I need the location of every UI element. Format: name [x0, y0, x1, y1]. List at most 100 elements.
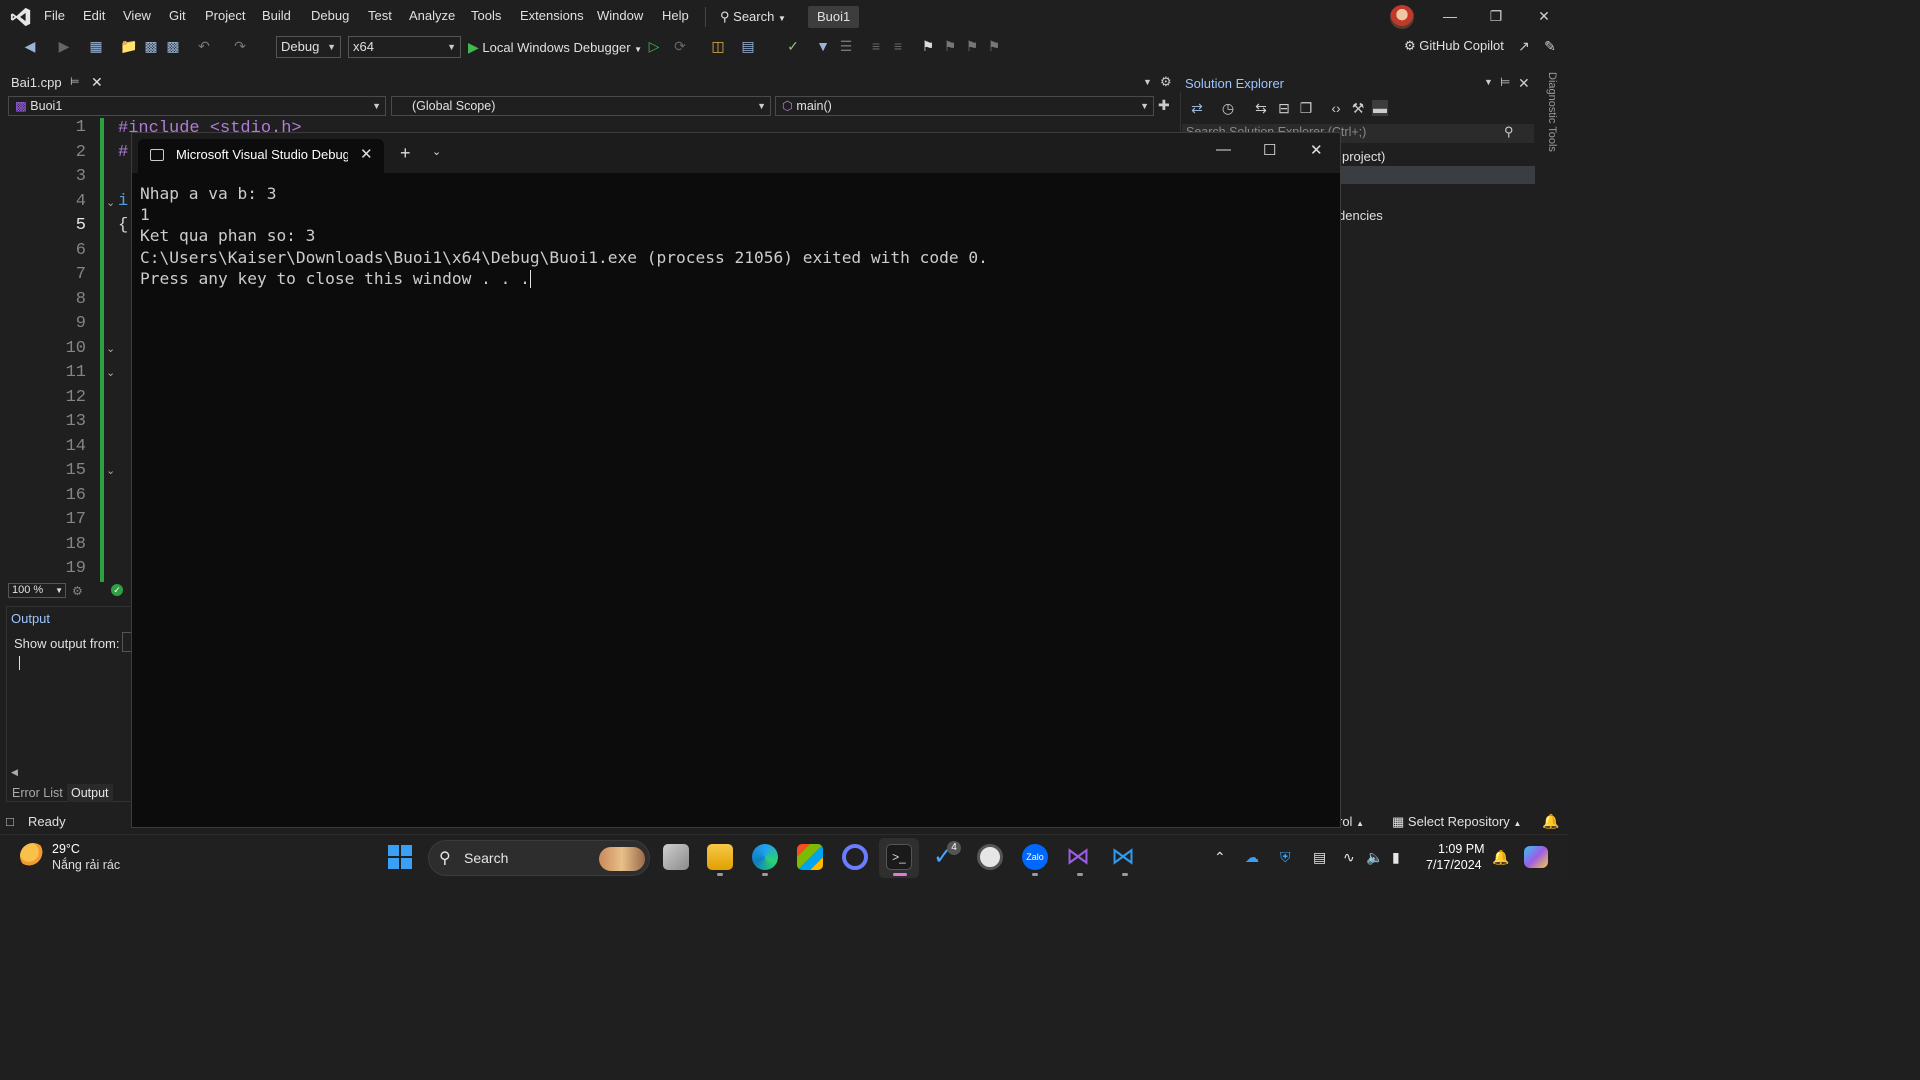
solution-tree-selected-row[interactable]	[1340, 166, 1535, 184]
split-editor-icon[interactable]: ✚	[1158, 97, 1170, 114]
open-folder-icon[interactable]: 📁	[120, 38, 137, 54]
input-method-icon[interactable]: ▤	[1313, 849, 1326, 866]
windows-start-icon[interactable]	[388, 845, 412, 869]
menu-build[interactable]: Build	[262, 8, 291, 23]
tab-error-list[interactable]: Error List	[8, 784, 67, 802]
menu-help[interactable]: Help	[662, 8, 689, 23]
weather-description[interactable]: Nắng rải rác	[52, 858, 120, 872]
copilot-status-icon[interactable]: ⚙	[72, 584, 83, 598]
new-project-icon[interactable]: ▦	[88, 38, 104, 54]
pin-icon[interactable]: ⊨	[70, 75, 80, 88]
zoom-level-select[interactable]: 100 % ▼	[8, 583, 66, 598]
notifications-bell-icon[interactable]: 🔔	[1542, 813, 1559, 830]
vscode-app-icon[interactable]: ⋈	[1111, 844, 1137, 870]
spell-check-icon[interactable]: ✓	[785, 38, 801, 54]
solution-tree-item[interactable]: project)	[1342, 149, 1385, 164]
scope-combo[interactable]: (Global Scope) ▼	[391, 96, 771, 116]
format-icon[interactable]: ☰	[838, 38, 854, 54]
project-combo[interactable]: ▩ Buoi1 ▼	[8, 96, 386, 116]
maximize-icon[interactable]: ☐	[1263, 141, 1276, 159]
microsoft-store-icon[interactable]	[797, 844, 823, 870]
next-bookmark-icon[interactable]: ⚑	[964, 38, 980, 54]
global-search[interactable]: ⚲ Search ▼	[714, 6, 798, 28]
account-avatar[interactable]	[1390, 5, 1414, 29]
diagnostic-tools-side-tab[interactable]: Diagnostic Tools	[1542, 72, 1558, 172]
menu-window[interactable]: Window	[597, 8, 643, 23]
notification-center-bell-icon[interactable]: 🔔	[1492, 849, 1509, 866]
volume-icon[interactable]: 🔈	[1366, 849, 1383, 866]
visual-studio-app-icon[interactable]: ⋈	[1066, 844, 1092, 870]
menu-git[interactable]: Git	[169, 8, 186, 23]
select-repository-button[interactable]: ▦ Select Repository ▲	[1392, 814, 1521, 830]
wifi-icon[interactable]: ∿	[1343, 849, 1355, 866]
share-icon[interactable]: ↗	[1516, 38, 1532, 54]
properties-wrench-icon[interactable]: ⚒	[1350, 100, 1366, 116]
taskbar-clock-date[interactable]: 7/17/2024	[1426, 858, 1482, 872]
menu-file[interactable]: File	[44, 8, 65, 23]
close-tab-icon[interactable]: ✕	[91, 74, 103, 91]
menu-view[interactable]: View	[123, 8, 151, 23]
start-without-debugging-icon[interactable]: ▷	[646, 38, 662, 54]
bookmark-icon[interactable]: ⚑	[920, 38, 936, 54]
menu-edit[interactable]: Edit	[83, 8, 105, 23]
fold-chevron-icon[interactable]: ⌄	[106, 366, 115, 379]
step-icon[interactable]: ▼	[815, 38, 831, 54]
hot-reload-icon[interactable]: ⟳	[672, 38, 688, 54]
github-copilot-button[interactable]: ⚙ GitHub Copilot	[1404, 38, 1504, 54]
history-icon[interactable]: ◷	[1220, 100, 1236, 116]
weather-sun-cloud-icon[interactable]	[20, 843, 46, 869]
view-code-icon[interactable]: ‹›	[1328, 100, 1344, 116]
close-icon[interactable]: ✕	[1534, 8, 1554, 26]
debug-console-window[interactable]: Microsoft Visual Studio Debug Console ✕ …	[131, 132, 1341, 828]
minimize-icon[interactable]: —	[1440, 8, 1460, 26]
prev-bookmark-icon[interactable]: ⚑	[942, 38, 958, 54]
chevron-down-icon[interactable]: ⌄	[432, 145, 441, 158]
tab-output[interactable]: Output	[67, 784, 113, 802]
show-hidden-icons-chevron-icon[interactable]: ⌃	[1214, 849, 1226, 866]
fold-chevron-icon[interactable]: ⌄	[106, 464, 115, 477]
menu-analyze[interactable]: Analyze	[409, 8, 455, 23]
copilot-app-icon[interactable]	[842, 844, 868, 870]
menu-test[interactable]: Test	[368, 8, 392, 23]
pending-changes-icon[interactable]: ⇆	[1253, 100, 1269, 116]
restore-icon[interactable]: ❐	[1486, 8, 1506, 26]
pin-icon[interactable]: ⊨	[1500, 75, 1510, 89]
taskbar-clock-time[interactable]: 1:09 PM	[1438, 842, 1485, 856]
chevron-down-icon[interactable]: ▼	[1484, 77, 1493, 87]
settings-gear-icon[interactable]: ⚙	[1160, 74, 1172, 90]
member-combo[interactable]: ⬡ main() ▼	[775, 96, 1154, 116]
navigate-forward-icon[interactable]: ▶	[56, 38, 72, 54]
security-shield-icon[interactable]: ⛨	[1280, 849, 1291, 866]
console-output[interactable]: Nhap a va b: 3 1 Ket qua phan so: 3 C:\User…	[140, 183, 988, 289]
close-icon[interactable]: ✕	[1518, 75, 1530, 92]
no-issues-icon[interactable]: ✓	[111, 584, 123, 596]
new-tab-icon[interactable]: +	[400, 143, 411, 164]
menu-project[interactable]: Project	[205, 8, 245, 23]
uncomment-icon[interactable]: ≡	[890, 38, 906, 54]
save-icon[interactable]: ▩	[143, 38, 159, 54]
file-explorer-icon[interactable]	[707, 844, 733, 870]
collapse-all-icon[interactable]: ⊟	[1276, 100, 1292, 116]
close-tab-icon[interactable]: ✕	[360, 145, 373, 163]
taskbar-search-box[interactable]: ⚲ Search	[428, 840, 650, 876]
close-icon[interactable]: ✕	[1310, 141, 1323, 159]
minimize-icon[interactable]: —	[1216, 141, 1231, 158]
feedback-icon[interactable]: ✎	[1542, 38, 1558, 54]
save-all-icon[interactable]: ▩	[165, 38, 181, 54]
platform-select[interactable]: x64 ▼	[348, 36, 461, 58]
solution-folder-icon[interactable]: ◫	[710, 38, 726, 54]
menu-extensions[interactable]: Extensions	[520, 8, 584, 23]
edge-browser-icon[interactable]	[752, 844, 778, 870]
onedrive-cloud-icon[interactable]: ☁	[1245, 849, 1259, 866]
tab-overflow-icon[interactable]: ▼	[1143, 77, 1152, 87]
weather-temperature[interactable]: 29°C	[52, 842, 80, 856]
zalo-app-icon[interactable]: Zalo	[1022, 844, 1048, 870]
fold-chevron-icon[interactable]: ⌄	[106, 342, 115, 355]
source-control-status[interactable]: rol ▲	[1338, 814, 1364, 829]
navigate-back-icon[interactable]: ◀	[22, 38, 38, 54]
preview-icon[interactable]: ▬	[1372, 100, 1388, 116]
clear-bookmarks-icon[interactable]: ⚑	[986, 38, 1002, 54]
redo-icon[interactable]: ↷	[232, 38, 248, 54]
clock-app-icon[interactable]	[977, 844, 1003, 870]
console-tab[interactable]: Microsoft Visual Studio Debug Console ✕	[138, 139, 384, 173]
